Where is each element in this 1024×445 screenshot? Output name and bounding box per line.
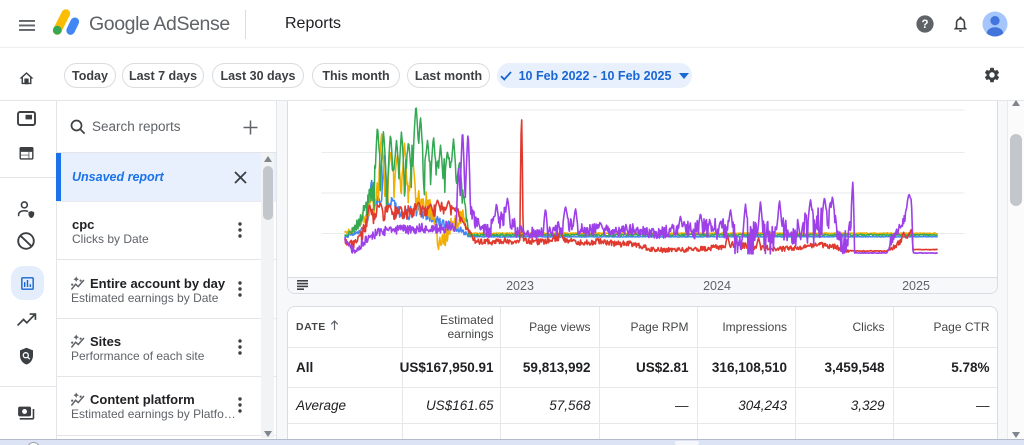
svg-text:?: ? — [921, 19, 928, 31]
